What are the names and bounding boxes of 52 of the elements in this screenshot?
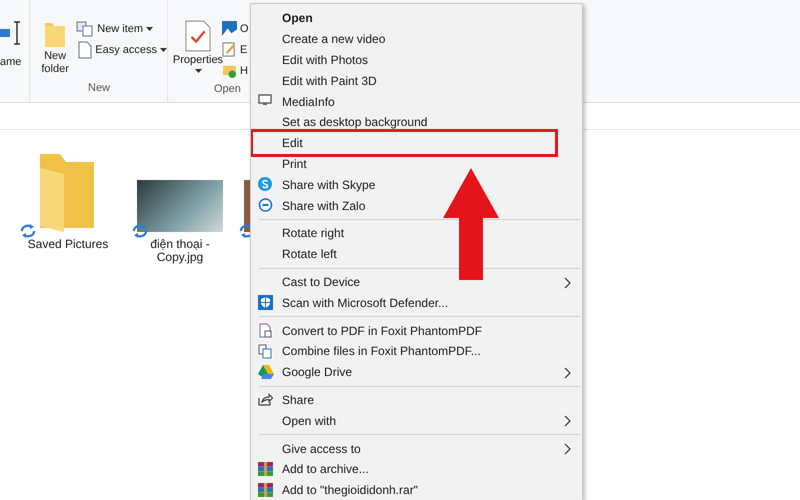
file-name: điện thoại - Copy.jpg xyxy=(149,238,211,264)
group-label: New xyxy=(88,81,110,96)
ribbon-button[interactable]: H xyxy=(222,62,249,79)
menu-item[interactable]: MediaInfo xyxy=(251,91,582,112)
monitor-icon xyxy=(258,94,272,106)
rename-label[interactable]: ame xyxy=(0,56,22,68)
chat-icon xyxy=(258,177,272,192)
menu-item[interactable]: Add to "thegioididonh.rar" xyxy=(251,480,582,500)
document-icon xyxy=(76,40,92,58)
shield-icon xyxy=(258,295,273,310)
menu-item[interactable]: Combine files in Foxit PhantomPDF... xyxy=(251,340,582,362)
books-icon xyxy=(258,482,273,497)
menu-item[interactable]: Create a new video xyxy=(251,28,582,50)
chat-circle-icon xyxy=(258,198,273,212)
file-item[interactable]: Saved Pictures xyxy=(18,152,118,264)
menu-item[interactable]: Edit with Paint 3D xyxy=(251,70,582,92)
folder-history-icon xyxy=(222,63,237,78)
menu-item[interactable]: Rotate right xyxy=(251,222,582,244)
menu-item[interactable]: Convert to PDF in Foxit PhantomPDF xyxy=(251,320,582,341)
document-icon xyxy=(258,323,272,338)
ribbon-button[interactable]: New item xyxy=(76,20,167,37)
file-name: Saved Pictures xyxy=(26,238,110,251)
books-icon xyxy=(258,462,273,476)
menu-item[interactable]: Add to archive... xyxy=(251,458,582,480)
menu-item[interactable]: Open xyxy=(251,8,582,29)
new-item-icon xyxy=(76,20,94,36)
folder-icon xyxy=(44,20,66,48)
menu-item[interactable]: Set as desktop background xyxy=(251,112,582,133)
menu-item[interactable]: Rotate left xyxy=(251,244,582,265)
ribbon-button[interactable]: O xyxy=(222,20,249,37)
menu-item[interactable]: Google Drive xyxy=(251,362,582,383)
documents-icon xyxy=(258,344,272,359)
ribbon-button[interactable]: E xyxy=(222,41,249,58)
new-folder-button[interactable]: New folder xyxy=(38,20,72,76)
menu-item[interactable]: Cast to Device xyxy=(251,272,582,292)
menu-item[interactable]: Share with Zalo xyxy=(251,195,582,216)
share-icon xyxy=(258,392,273,406)
edit-document-icon xyxy=(222,42,237,57)
menu-item[interactable]: Share xyxy=(251,390,582,410)
properties-button[interactable]: Properties xyxy=(171,20,225,73)
ribbon-button[interactable]: Easy access xyxy=(76,41,167,58)
menu-item[interactable]: Open with xyxy=(251,410,582,432)
menu-item[interactable]: Edit with Photos xyxy=(251,50,582,70)
document-check-icon xyxy=(185,20,211,52)
picture-icon xyxy=(222,21,237,36)
menu-item[interactable]: Edit xyxy=(251,132,582,154)
file-item[interactable]: điện thoại - Copy.jpg xyxy=(130,152,230,264)
group-label: Open xyxy=(214,82,241,97)
menu-item[interactable]: Print xyxy=(251,154,582,174)
triangle-drive-icon xyxy=(258,364,274,379)
menu-item[interactable]: Scan with Microsoft Defender... xyxy=(251,292,582,314)
menu-item[interactable]: Give access to xyxy=(251,438,582,459)
